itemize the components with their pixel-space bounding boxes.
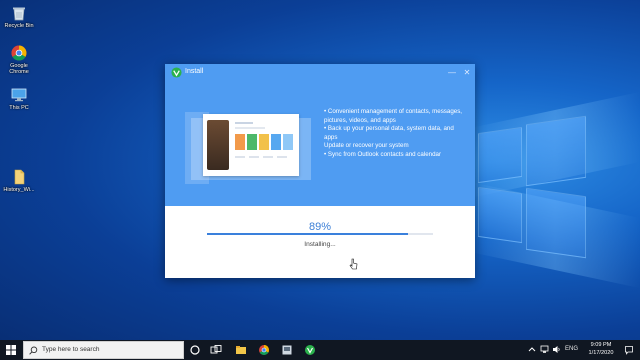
windows-logo-pane: [526, 187, 586, 259]
desktop-icon-this-pc[interactable]: This PC: [2, 86, 36, 111]
illustration-line: [235, 122, 253, 124]
search-placeholder: Type here to search: [42, 346, 100, 353]
illustration-tile: [283, 134, 293, 150]
illustration-tile: [271, 134, 281, 150]
clock-date: 1/17/2020: [588, 349, 614, 356]
windows-logo-pane: [478, 126, 522, 184]
window-title: Install: [185, 68, 204, 75]
illustration-line: [249, 156, 259, 158]
language-indicator[interactable]: ENG: [565, 346, 578, 352]
window-titlebar[interactable]: Install — ✕: [165, 64, 475, 82]
hand-cursor-icon: [349, 258, 358, 270]
install-window: Install — ✕ • Convenient management of c…: [165, 64, 475, 278]
feature-list: • Convenient management of contacts, mes…: [324, 108, 464, 160]
wallpaper-light-beam: [470, 181, 640, 289]
desktop-icon-label: History_Wi...: [3, 187, 35, 193]
phone-image: [207, 120, 229, 170]
this-pc-icon: [11, 88, 27, 102]
illustration-tile: [259, 134, 269, 150]
desktop-icon-chrome[interactable]: Google Chrome: [2, 44, 36, 75]
windows-logo-pane: [478, 186, 522, 244]
feature-item: • Back up your personal data, system dat…: [324, 125, 454, 141]
volume-icon[interactable]: [552, 345, 561, 354]
start-button[interactable]: [0, 340, 22, 360]
minimize-button[interactable]: —: [446, 67, 458, 79]
show-hidden-icons-icon[interactable]: [528, 345, 536, 354]
install-status: Installing...: [304, 241, 336, 248]
close-button[interactable]: ✕: [461, 67, 473, 79]
windows-start-icon: [6, 345, 16, 355]
desktop-icon-history-file[interactable]: History_Wi...: [2, 168, 36, 193]
illustration-tile: [247, 134, 257, 150]
windows-logo-pane: [526, 115, 586, 187]
illustration-line: [235, 156, 245, 158]
illustration-line: [263, 156, 273, 158]
taskbar-search-box[interactable]: Type here to search: [23, 341, 184, 359]
desktop-icon-label: This PC: [9, 105, 29, 111]
app-taskbar-icon[interactable]: [304, 344, 316, 356]
desktop-icon-label: Google Chrome: [9, 63, 29, 75]
install-banner: Install — ✕ • Convenient management of c…: [165, 64, 475, 206]
wallpaper-light-beam: [470, 91, 640, 199]
illustration-tile: [235, 134, 245, 150]
desktop-icon-label: Recycle Bin: [4, 23, 34, 29]
clock-time: 9:09 PM: [590, 342, 612, 348]
taskbar: Type here to search ENG 9:09 PM 1/17/202…: [0, 340, 640, 360]
notification-center-icon[interactable]: [624, 345, 634, 355]
taskbar-clock[interactable]: 9:09 PM 1/17/2020: [583, 342, 619, 357]
progress-percent: 89%: [308, 221, 332, 233]
chrome-icon: [11, 45, 27, 61]
app-screenshot-illustration: [203, 114, 299, 176]
file-icon: [14, 169, 25, 185]
feature-item: Update or recover your system: [324, 142, 409, 150]
progress-bar: [207, 233, 433, 235]
file-explorer-icon[interactable]: [235, 344, 247, 356]
task-view-icon[interactable]: [210, 344, 222, 356]
cortana-icon[interactable]: [189, 344, 201, 356]
network-icon[interactable]: [540, 345, 549, 354]
illustration-line: [235, 127, 265, 129]
installer-taskbar-icon[interactable]: [281, 344, 293, 356]
progress-bar-fill: [207, 233, 409, 235]
desktop-icon-recycle-bin[interactable]: Recycle Bin: [2, 4, 36, 29]
illustration-line: [277, 156, 287, 158]
app-logo-icon: [171, 67, 182, 78]
feature-item: • Sync from Outlook contacts and calenda…: [324, 150, 442, 158]
search-icon: [29, 346, 38, 355]
chrome-taskbar-icon[interactable]: [258, 344, 270, 356]
feature-item: • Convenient management of contacts, mes…: [324, 108, 463, 124]
recycle-bin-icon: [13, 7, 25, 21]
